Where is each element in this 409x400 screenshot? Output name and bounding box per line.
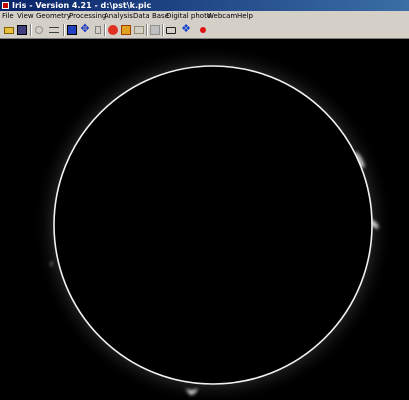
select-button[interactable] — [66, 24, 78, 36]
window-title: Iris - Version 4.21 - d:\pst\k.pic — [12, 1, 152, 10]
open-button[interactable] — [3, 24, 15, 36]
move-button[interactable]: ✥ — [79, 22, 91, 36]
menu-webcam[interactable]: Webcam — [207, 11, 237, 22]
webcam-icon: ❖ — [181, 22, 191, 35]
gallery-icon — [134, 26, 144, 34]
blank-button[interactable] — [149, 24, 161, 36]
quit-icon — [95, 26, 101, 34]
settings-button[interactable] — [48, 24, 60, 36]
toolbar-separator — [162, 24, 164, 36]
quit-button[interactable] — [92, 24, 104, 36]
menu-geometry[interactable]: Geometry — [36, 11, 71, 22]
toolbar-separator — [63, 24, 65, 36]
save-icon — [17, 25, 27, 35]
toolbar-separator — [30, 24, 32, 36]
webcam-button[interactable]: ❖ — [180, 22, 192, 36]
image-icon — [121, 25, 131, 35]
undo-icon — [35, 26, 43, 34]
menu-bar: File View Geometry Processing Analysis D… — [0, 11, 409, 22]
title-bar[interactable]: Iris - Version 4.21 - d:\pst\k.pic — [0, 0, 409, 11]
camera-icon — [166, 27, 176, 34]
menu-data-base[interactable]: Data Base — [133, 11, 169, 22]
move-icon: ✥ — [80, 22, 90, 35]
menu-analysis[interactable]: Analysis — [104, 11, 133, 22]
toolbar-separator — [146, 24, 148, 36]
open-icon — [4, 27, 14, 34]
toolbar: ✥ ❖ — [0, 22, 409, 39]
image-button[interactable] — [120, 24, 132, 36]
image-canvas[interactable] — [0, 39, 409, 400]
gallery-button[interactable] — [133, 24, 145, 36]
toolbar-separator — [104, 24, 106, 36]
menu-processing[interactable]: Processing — [69, 11, 106, 22]
settings-icon — [49, 27, 59, 33]
blank-icon — [150, 25, 160, 35]
stop-icon — [108, 25, 118, 35]
camera-button[interactable] — [165, 24, 177, 36]
record-button[interactable] — [197, 24, 209, 36]
save-button[interactable] — [16, 24, 28, 36]
solar-limb — [53, 65, 373, 385]
record-icon — [200, 27, 206, 33]
solar-image — [0, 39, 409, 400]
menu-help[interactable]: Help — [237, 11, 253, 22]
iris-window: Iris - Version 4.21 - d:\pst\k.pic File … — [0, 0, 409, 400]
app-icon — [2, 2, 9, 9]
stop-button[interactable] — [107, 24, 119, 36]
menu-digital-photo[interactable]: Digital photo — [166, 11, 211, 22]
menu-view[interactable]: View — [17, 11, 34, 22]
menu-file[interactable]: File — [2, 11, 14, 22]
undo-button[interactable] — [33, 24, 45, 36]
select-icon — [67, 25, 77, 35]
